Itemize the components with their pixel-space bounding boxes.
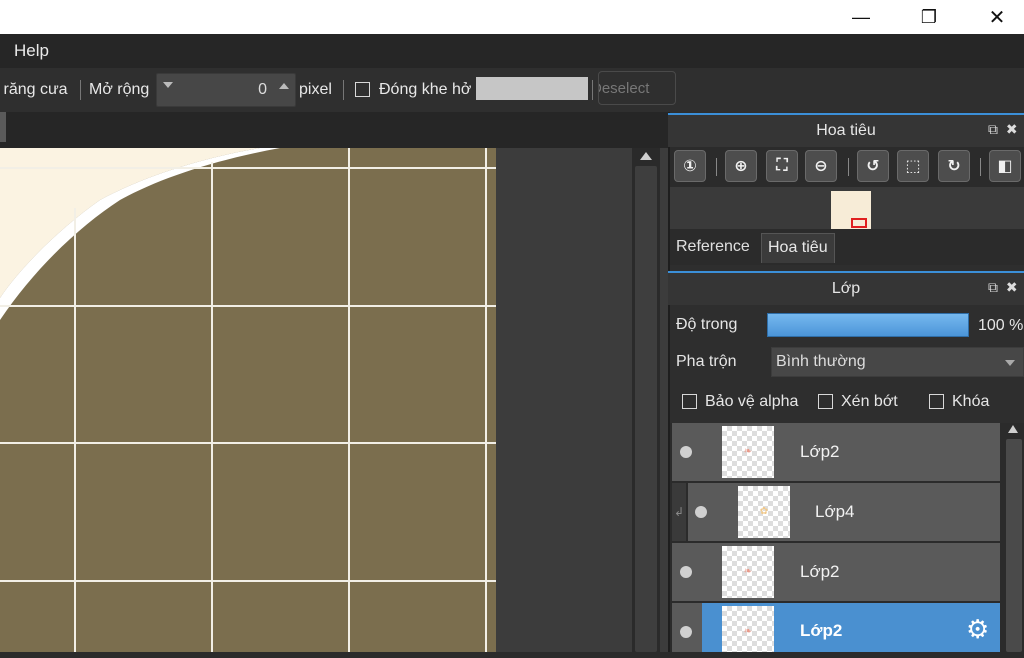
layer-list-scrollbar[interactable] <box>1003 423 1024 652</box>
flip-icon[interactable]: ◧ <box>989 150 1021 182</box>
deselect-label: Deselect <box>599 80 650 97</box>
layer-name: Lớp2 <box>800 621 843 640</box>
layer-name: Lớp2 <box>800 442 840 461</box>
restore-button[interactable]: ❐ <box>906 0 952 34</box>
visibility-icon[interactable] <box>695 506 707 518</box>
navigator-title: Hoa tiêu <box>816 122 876 139</box>
clipping-checkbox[interactable] <box>818 394 833 409</box>
layers-panel-header: Lớp <box>668 271 1024 305</box>
minimize-button[interactable]: — <box>838 0 884 34</box>
opacity-value: 100 % <box>978 317 1024 334</box>
visibility-icon[interactable] <box>680 566 692 578</box>
zoom-actual-icon[interactable]: ① <box>674 150 706 182</box>
lock-checkbox[interactable] <box>929 394 944 409</box>
layer-row[interactable]: ❧ Lớp2 <box>672 423 1000 483</box>
tab-reference[interactable]: Reference <box>670 233 756 263</box>
restore-icon: ❐ <box>920 6 938 27</box>
gap-size-slider[interactable] <box>476 77 588 100</box>
document-tab[interactable] <box>0 112 6 142</box>
toolbar-separator <box>80 80 81 100</box>
blend-mode-select[interactable]: Bình thường <box>771 347 1024 377</box>
clipping-label: Xén bớt <box>841 393 898 410</box>
scroll-up-icon[interactable] <box>1008 425 1018 433</box>
undock-icon[interactable]: ⧉ <box>988 121 998 137</box>
scrollbar-thumb[interactable] <box>1006 439 1022 652</box>
fit-screen-icon[interactable]: ⛶ <box>766 150 798 182</box>
layer-name: Lớp2 <box>800 562 840 581</box>
layer-thumbnail: ❧ <box>722 546 774 598</box>
close-panel-icon[interactable]: ✖ <box>1006 279 1018 295</box>
stepper-down-icon[interactable] <box>163 82 173 88</box>
layer-row[interactable]: ✿ Lớp4 <box>688 483 1000 543</box>
close-window-button[interactable]: ✕ <box>974 0 1020 34</box>
clipping-indicator: ↲ <box>672 483 686 541</box>
toolbar-separator <box>848 158 849 176</box>
close-icon: ✕ <box>988 6 1006 29</box>
scrollbar-thumb[interactable] <box>635 166 657 652</box>
layer-name: Lớp4 <box>815 502 855 521</box>
zoom-out-icon[interactable]: ⊖ <box>805 150 837 182</box>
canvas-artwork <box>0 148 496 652</box>
blend-mode-value: Bình thường <box>776 353 866 370</box>
viewport-indicator[interactable] <box>851 218 867 228</box>
layers-header-icons: ⧉ ✖ <box>988 271 1024 303</box>
visibility-icon[interactable] <box>680 626 692 638</box>
toolbar-separator <box>592 80 593 100</box>
canvas-area[interactable] <box>0 148 668 652</box>
rotate-left-icon[interactable]: ↺ <box>857 150 889 182</box>
expand-label: Mở rộng <box>89 81 150 98</box>
close-panel-icon[interactable]: ✖ <box>1006 121 1018 137</box>
navigator-header-icons: ⧉ ✖ <box>988 113 1024 145</box>
opacity-slider[interactable] <box>767 313 969 337</box>
toolbar-separator <box>980 158 981 176</box>
chevron-down-icon <box>1005 360 1015 366</box>
lock-label: Khóa <box>952 393 990 410</box>
layer-row-left-strip <box>672 603 702 652</box>
zoom-in-icon[interactable]: ⊕ <box>725 150 757 182</box>
toolbar-separator <box>716 158 717 176</box>
close-gap-label: Đóng khe hở <box>379 81 472 98</box>
close-gap-checkbox[interactable] <box>355 82 370 97</box>
layer-row[interactable]: ❧ Lớp2 <box>672 543 1000 603</box>
unit-label: pixel <box>299 81 332 98</box>
undock-icon[interactable]: ⧉ <box>988 279 998 295</box>
protect-alpha-label: Bảo vệ alpha <box>705 393 799 410</box>
deselect-button[interactable]: Deselect <box>598 71 676 105</box>
blend-mode-label: Pha trộn <box>676 353 737 370</box>
menu-help[interactable]: Help <box>14 34 49 68</box>
layer-row-selected[interactable]: ❧ Lớp2 ⚙ <box>702 603 1000 652</box>
navigator-toolbar <box>670 147 1024 187</box>
layers-title: Lớp <box>831 280 861 297</box>
tab-navigator[interactable]: Hoa tiêu <box>761 233 835 263</box>
expand-value: 0 <box>258 81 267 98</box>
visibility-icon[interactable] <box>680 446 692 458</box>
document-tab-strip <box>0 112 668 148</box>
antialias-label: ' răng cưa <box>0 81 68 98</box>
canvas-vertical-scrollbar[interactable] <box>632 148 660 652</box>
stepper-up-icon[interactable] <box>279 83 289 89</box>
layer-thumbnail: ❧ <box>722 426 774 478</box>
rotate-right-icon[interactable]: ↻ <box>938 150 970 182</box>
opacity-label: Độ trong <box>676 316 738 333</box>
minimize-icon: — <box>852 6 870 27</box>
clip-arrow-icon: ↲ <box>674 505 685 519</box>
gear-icon[interactable]: ⚙ <box>966 616 989 642</box>
toolbar-separator <box>343 80 344 100</box>
scroll-up-icon[interactable] <box>640 152 652 160</box>
fullscreen-icon[interactable]: ⬚ <box>897 150 929 182</box>
layer-thumbnail: ✿ <box>738 486 790 538</box>
expand-stepper[interactable]: 0 <box>156 73 296 107</box>
protect-alpha-checkbox[interactable] <box>682 394 697 409</box>
navigator-thumbnail[interactable] <box>831 191 871 229</box>
layer-thumbnail: ❧ <box>722 606 774 652</box>
navigator-panel-header: Hoa tiêu <box>668 113 1024 147</box>
menu-bar <box>0 34 1024 68</box>
